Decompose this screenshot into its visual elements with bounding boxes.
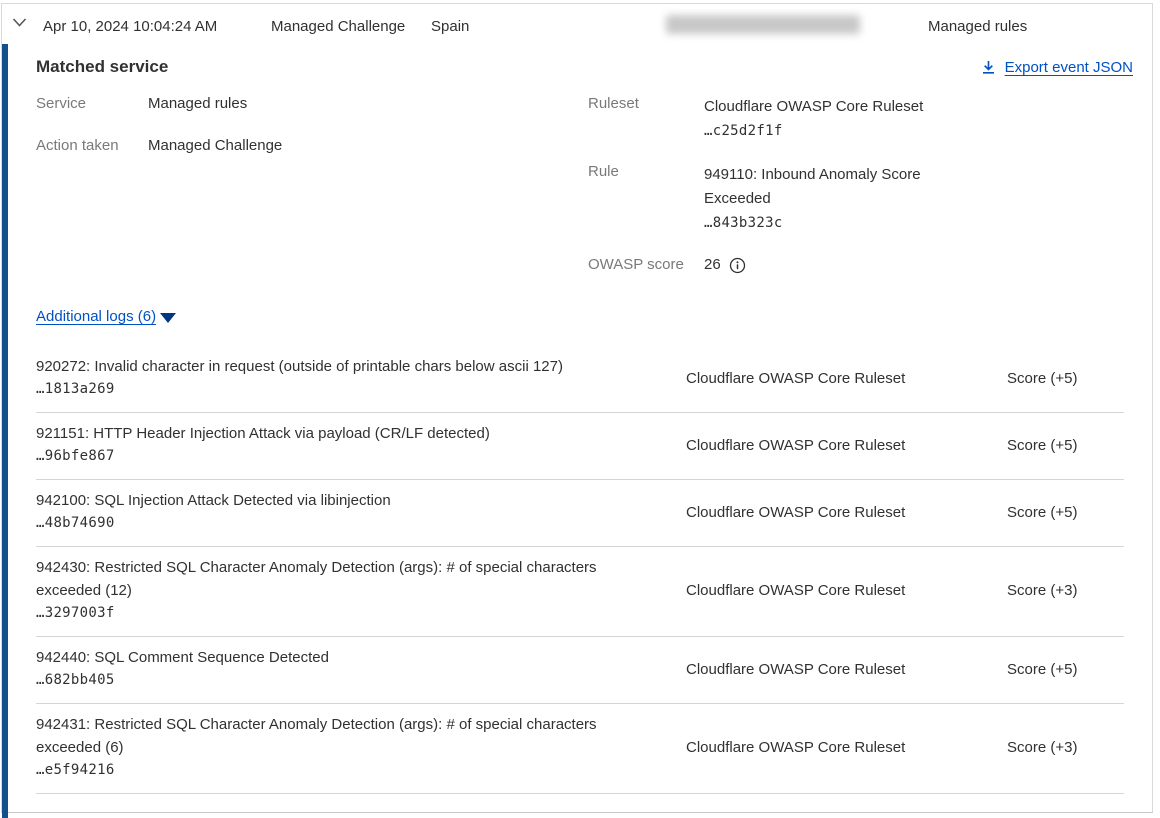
ruleset-value: Cloudflare OWASP Core Ruleset …c25d2f1f — [704, 95, 923, 143]
additional-logs-toggle[interactable]: Additional logs (6) — [36, 308, 176, 325]
log-ruleset: Cloudflare OWASP Core Ruleset — [621, 504, 1007, 521]
rule-name: 949110: Inbound Anomaly Score Exceeded — [704, 166, 921, 207]
log-rule-id: …682bb405 — [36, 669, 621, 692]
log-score: Score (+5) — [1007, 661, 1124, 678]
log-score: Score (+5) — [1007, 437, 1124, 454]
rule-id: …843b323c — [704, 215, 783, 231]
download-icon — [980, 59, 997, 76]
log-row: 942100: SQL Injection Attack Detected vi… — [36, 480, 1124, 547]
event-action: Managed Challenge — [271, 18, 405, 35]
log-ruleset: Cloudflare OWASP Core Ruleset — [621, 582, 1007, 599]
card-border-right — [1152, 3, 1153, 813]
event-timestamp: Apr 10, 2024 10:04:24 AM — [43, 18, 217, 35]
additional-logs-table: 920272: Invalid character in request (ou… — [36, 346, 1124, 794]
expanded-row-accent-bar — [2, 44, 8, 818]
export-event-json-link[interactable]: Export event JSON — [980, 59, 1133, 76]
log-score: Score (+3) — [1007, 739, 1124, 756]
service-label: Service — [36, 95, 86, 112]
log-rule-id: …3297003f — [36, 602, 621, 625]
log-rule-id: …48b74690 — [36, 512, 621, 535]
log-rule-id: …96bfe867 — [36, 445, 621, 468]
log-ruleset: Cloudflare OWASP Core Ruleset — [621, 437, 1007, 454]
rule-value: 949110: Inbound Anomaly Score Exceeded …… — [704, 163, 944, 235]
action-taken-label: Action taken — [36, 137, 119, 154]
log-ruleset: Cloudflare OWASP Core Ruleset — [621, 739, 1007, 756]
event-country: Spain — [431, 18, 469, 35]
log-rule-id: …e5f94216 — [36, 759, 621, 782]
log-description: 942100: SQL Injection Attack Detected vi… — [36, 489, 621, 535]
card-border-bottom — [1, 812, 1153, 813]
action-taken-value: Managed Challenge — [148, 137, 282, 154]
owasp-score-label: OWASP score — [588, 256, 684, 273]
log-row: 942430: Restricted SQL Character Anomaly… — [36, 547, 1124, 637]
log-row: 920272: Invalid character in request (ou… — [36, 346, 1124, 413]
export-event-json-label: Export event JSON — [1005, 59, 1133, 76]
log-description: 942431: Restricted SQL Character Anomaly… — [36, 713, 621, 782]
log-description: 942440: SQL Comment Sequence Detected …6… — [36, 646, 621, 692]
collapse-chevron-icon[interactable] — [12, 18, 30, 32]
ruleset-id: …c25d2f1f — [704, 123, 783, 139]
log-score: Score (+5) — [1007, 504, 1124, 521]
redacted-value — [666, 15, 860, 34]
matched-service-title: Matched service — [36, 57, 168, 77]
log-ruleset: Cloudflare OWASP Core Ruleset — [621, 370, 1007, 387]
log-description: 942430: Restricted SQL Character Anomaly… — [36, 556, 621, 625]
log-row: 921151: HTTP Header Injection Attack via… — [36, 413, 1124, 480]
card-border-top — [1, 3, 1153, 4]
ruleset-name: Cloudflare OWASP Core Ruleset — [704, 98, 923, 115]
log-description: 921151: HTTP Header Injection Attack via… — [36, 422, 621, 468]
additional-logs-label: Additional logs (6) — [36, 308, 156, 325]
log-score: Score (+3) — [1007, 582, 1124, 599]
ruleset-label: Ruleset — [588, 95, 639, 112]
log-row: 942440: SQL Comment Sequence Detected …6… — [36, 637, 1124, 704]
log-ruleset: Cloudflare OWASP Core Ruleset — [621, 661, 1007, 678]
owasp-score-value: 26 — [704, 256, 721, 273]
log-score: Score (+5) — [1007, 370, 1124, 387]
triangle-down-icon — [160, 313, 176, 323]
log-row: 942431: Restricted SQL Character Anomaly… — [36, 704, 1124, 794]
service-value: Managed rules — [148, 95, 247, 112]
log-description: 920272: Invalid character in request (ou… — [36, 355, 621, 401]
log-rule-id: …1813a269 — [36, 378, 621, 401]
rule-label: Rule — [588, 163, 619, 180]
event-service: Managed rules — [928, 18, 1027, 35]
info-icon[interactable] — [729, 257, 746, 274]
